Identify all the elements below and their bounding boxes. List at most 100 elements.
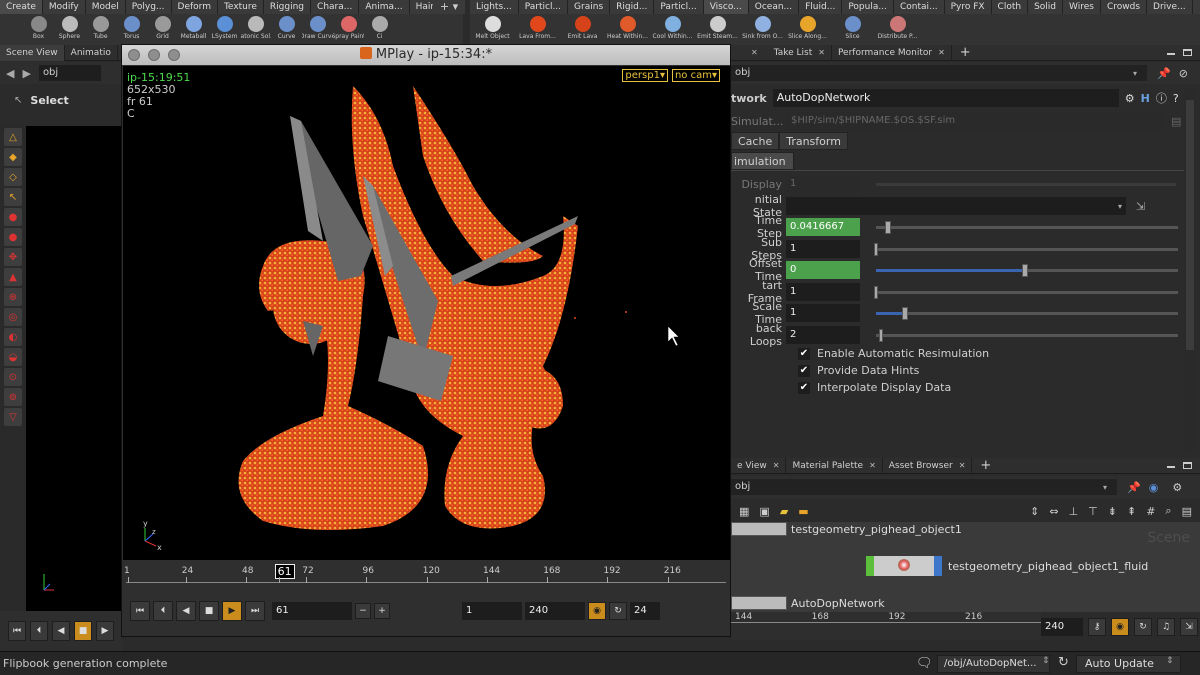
- shelf-tool-sink-from-o[interactable]: Sink from O...: [740, 14, 785, 45]
- node-chooser-icon[interactable]: ⇲: [1136, 200, 1145, 213]
- param-start-frame-value[interactable]: 1: [786, 283, 860, 301]
- left-tool-icon-7[interactable]: ▲: [4, 268, 22, 286]
- node-fluid[interactable]: testgeometry_pighead_object1_fluid: [866, 556, 1148, 576]
- loop-toggle-icon[interactable]: ↻: [609, 602, 627, 620]
- pane-minimize-icon[interactable]: [1167, 50, 1175, 55]
- realtime-icon[interactable]: ◉: [1111, 618, 1129, 636]
- left-tool-icon-8[interactable]: ⊕: [4, 288, 22, 306]
- add-shelf-icon[interactable]: + ▾: [433, 0, 465, 14]
- param-start-frame-slider[interactable]: [876, 291, 1178, 294]
- shelf-right-tab-5[interactable]: Visco...: [703, 0, 749, 14]
- pane-minimize-icon-2[interactable]: [1167, 463, 1175, 468]
- add-tab-icon-2[interactable]: +: [980, 458, 991, 473]
- frame-increment-button[interactable]: +: [374, 603, 390, 619]
- check-interpolate[interactable]: ✔ Interpolate Display Data: [798, 381, 951, 394]
- shelf-tool-emit-steam[interactable]: Emit Steam...: [695, 14, 740, 45]
- link-icon-2[interactable]: ◉: [1149, 481, 1159, 494]
- shelf-right-tab-0[interactable]: Lights...: [470, 0, 519, 14]
- left-tool-icon-6[interactable]: ✥: [4, 248, 22, 266]
- shelf-right-tab-14[interactable]: Crowds: [1101, 0, 1148, 14]
- shelf-left-tab-3[interactable]: Polyg...: [126, 0, 172, 14]
- shelf-tool-cool-within[interactable]: Cool Within...: [650, 14, 695, 45]
- shelf-tool-emit-lava[interactable]: Emit Lava: [560, 14, 605, 45]
- network-menu-icon[interactable]: ▤: [1182, 505, 1192, 518]
- gear-icon-2[interactable]: ⚙: [1172, 481, 1182, 494]
- jump-start-button[interactable]: ⏮: [8, 621, 26, 641]
- tab-material-palette[interactable]: Material Palette ✕: [786, 457, 883, 474]
- param-scale-time-value[interactable]: 1: [786, 304, 860, 322]
- network-path-field[interactable]: obj: [731, 479, 1117, 495]
- param-offset-time-value[interactable]: 0: [786, 261, 860, 279]
- param-feedback-loops-slider[interactable]: [876, 334, 1178, 337]
- shelf-left-tab-8[interactable]: Anima...: [359, 0, 410, 14]
- refresh-icon[interactable]: ↻: [1058, 655, 1069, 670]
- key-icon[interactable]: ⚷: [1088, 618, 1106, 636]
- layout-icon[interactable]: ⊥: [1069, 505, 1079, 518]
- shelf-left-tab-7[interactable]: Chara...: [311, 0, 360, 14]
- checkbox-interpolate[interactable]: ✔: [798, 381, 810, 394]
- left-tool-icon-4[interactable]: ●: [4, 208, 22, 226]
- help-icon[interactable]: ?: [1173, 92, 1179, 105]
- right-timeline[interactable]: 144 168 192 216: [731, 612, 1041, 640]
- current-frame-marker[interactable]: 61: [274, 564, 295, 579]
- speech-icon[interactable]: 🗨: [916, 656, 933, 671]
- shelf-tool-distribute-p[interactable]: Distribute P...: [875, 14, 920, 45]
- current-frame-field[interactable]: 61: [272, 602, 352, 620]
- network-box-icon[interactable]: ▬: [798, 505, 808, 518]
- shelf-tool-slice-along[interactable]: Slice Along...: [785, 14, 830, 45]
- gear-icon[interactable]: ⚙: [1125, 92, 1135, 105]
- layout-4-icon[interactable]: ⇞: [1127, 505, 1136, 518]
- left-tool-icon-5[interactable]: ●: [4, 228, 22, 246]
- global-end-field[interactable]: 240: [1041, 618, 1083, 636]
- grid-snap-icon[interactable]: #: [1146, 505, 1155, 518]
- shelf-tool-box[interactable]: Box: [23, 14, 54, 45]
- node-autodop-tile[interactable]: [731, 596, 787, 610]
- node-object1-tile[interactable]: [731, 522, 787, 536]
- left-tool-icon-11[interactable]: ◒: [4, 348, 22, 366]
- param-time-step-slider[interactable]: [876, 226, 1178, 229]
- shelf-right-tab-15[interactable]: Drive...: [1147, 0, 1193, 14]
- mplay-viewport[interactable]: y x z ip-15:19:51 652x530 fr 61 C persp1…: [123, 66, 730, 560]
- node-name-field[interactable]: AutoDopNetwork: [772, 89, 1119, 107]
- shelf-left-tab-4[interactable]: Deform: [172, 0, 218, 14]
- step-back-button[interactable]: ⏴: [153, 601, 173, 621]
- node-object1[interactable]: testgeometry_pighead_object1: [731, 522, 962, 536]
- audio-icon[interactable]: ♫: [1157, 618, 1175, 636]
- persp-menu[interactable]: persp1▾: [622, 69, 668, 82]
- shelf-tool-slice[interactable]: Slice: [830, 14, 875, 45]
- left-tool-icon-9[interactable]: ◎: [4, 308, 22, 326]
- close-tab-icon[interactable]: ✕: [751, 48, 758, 57]
- left-tool-icon-13[interactable]: ⊚: [4, 388, 22, 406]
- shelf-tool-platonic-sol[interactable]: Platonic Sol...: [240, 14, 271, 45]
- sticky-note-icon[interactable]: ▰: [780, 505, 788, 518]
- checkbox-data-hints[interactable]: ✔: [798, 364, 810, 377]
- jump-to-start-button[interactable]: ⏮: [130, 601, 150, 621]
- shelf-tool-grid[interactable]: Grid: [147, 14, 178, 45]
- left-path-field[interactable]: obj: [38, 65, 101, 81]
- file-browse-icon[interactable]: ▤: [1171, 115, 1181, 128]
- param-sub-steps-knob[interactable]: [874, 243, 878, 256]
- step-back-key-button[interactable]: ⏴: [30, 621, 48, 641]
- shelf-tool-ci[interactable]: Ci: [364, 14, 395, 45]
- start-frame-field[interactable]: 1: [462, 602, 522, 620]
- tab-cache[interactable]: Cache: [731, 132, 780, 150]
- shelf-right-tab-13[interactable]: Wires: [1063, 0, 1101, 14]
- shelf-tool-lava-from[interactable]: Lava From...: [515, 14, 560, 45]
- left-tool-icon-14[interactable]: ▽: [4, 408, 22, 426]
- param-initial-state-field[interactable]: ▾: [786, 197, 1126, 215]
- param-time-step-knob[interactable]: [885, 221, 891, 234]
- pane-maximize-icon[interactable]: [1183, 49, 1192, 56]
- shelf-right-tab-2[interactable]: Grains: [568, 0, 611, 14]
- info-icon[interactable]: ⓘ: [1156, 90, 1167, 106]
- stop-button[interactable]: ■: [74, 621, 92, 641]
- mplay-timeline[interactable]: 1 24 48 61 72 96 120 144 168 192 216: [124, 564, 726, 593]
- shelf-tool-melt-object[interactable]: Melt Object: [470, 14, 515, 45]
- tab-simulation[interactable]: imulation: [731, 152, 794, 170]
- left-tool-icon-3[interactable]: ↖: [4, 188, 22, 206]
- param-display-slider[interactable]: [876, 183, 1176, 186]
- param-display-value[interactable]: 1: [786, 175, 860, 193]
- param-path-field[interactable]: obj: [731, 65, 1147, 81]
- left-tool-icon-0[interactable]: △: [4, 128, 22, 146]
- link-icon[interactable]: ⊘: [1179, 67, 1188, 80]
- forward-arrow-icon[interactable]: ▶: [22, 67, 30, 80]
